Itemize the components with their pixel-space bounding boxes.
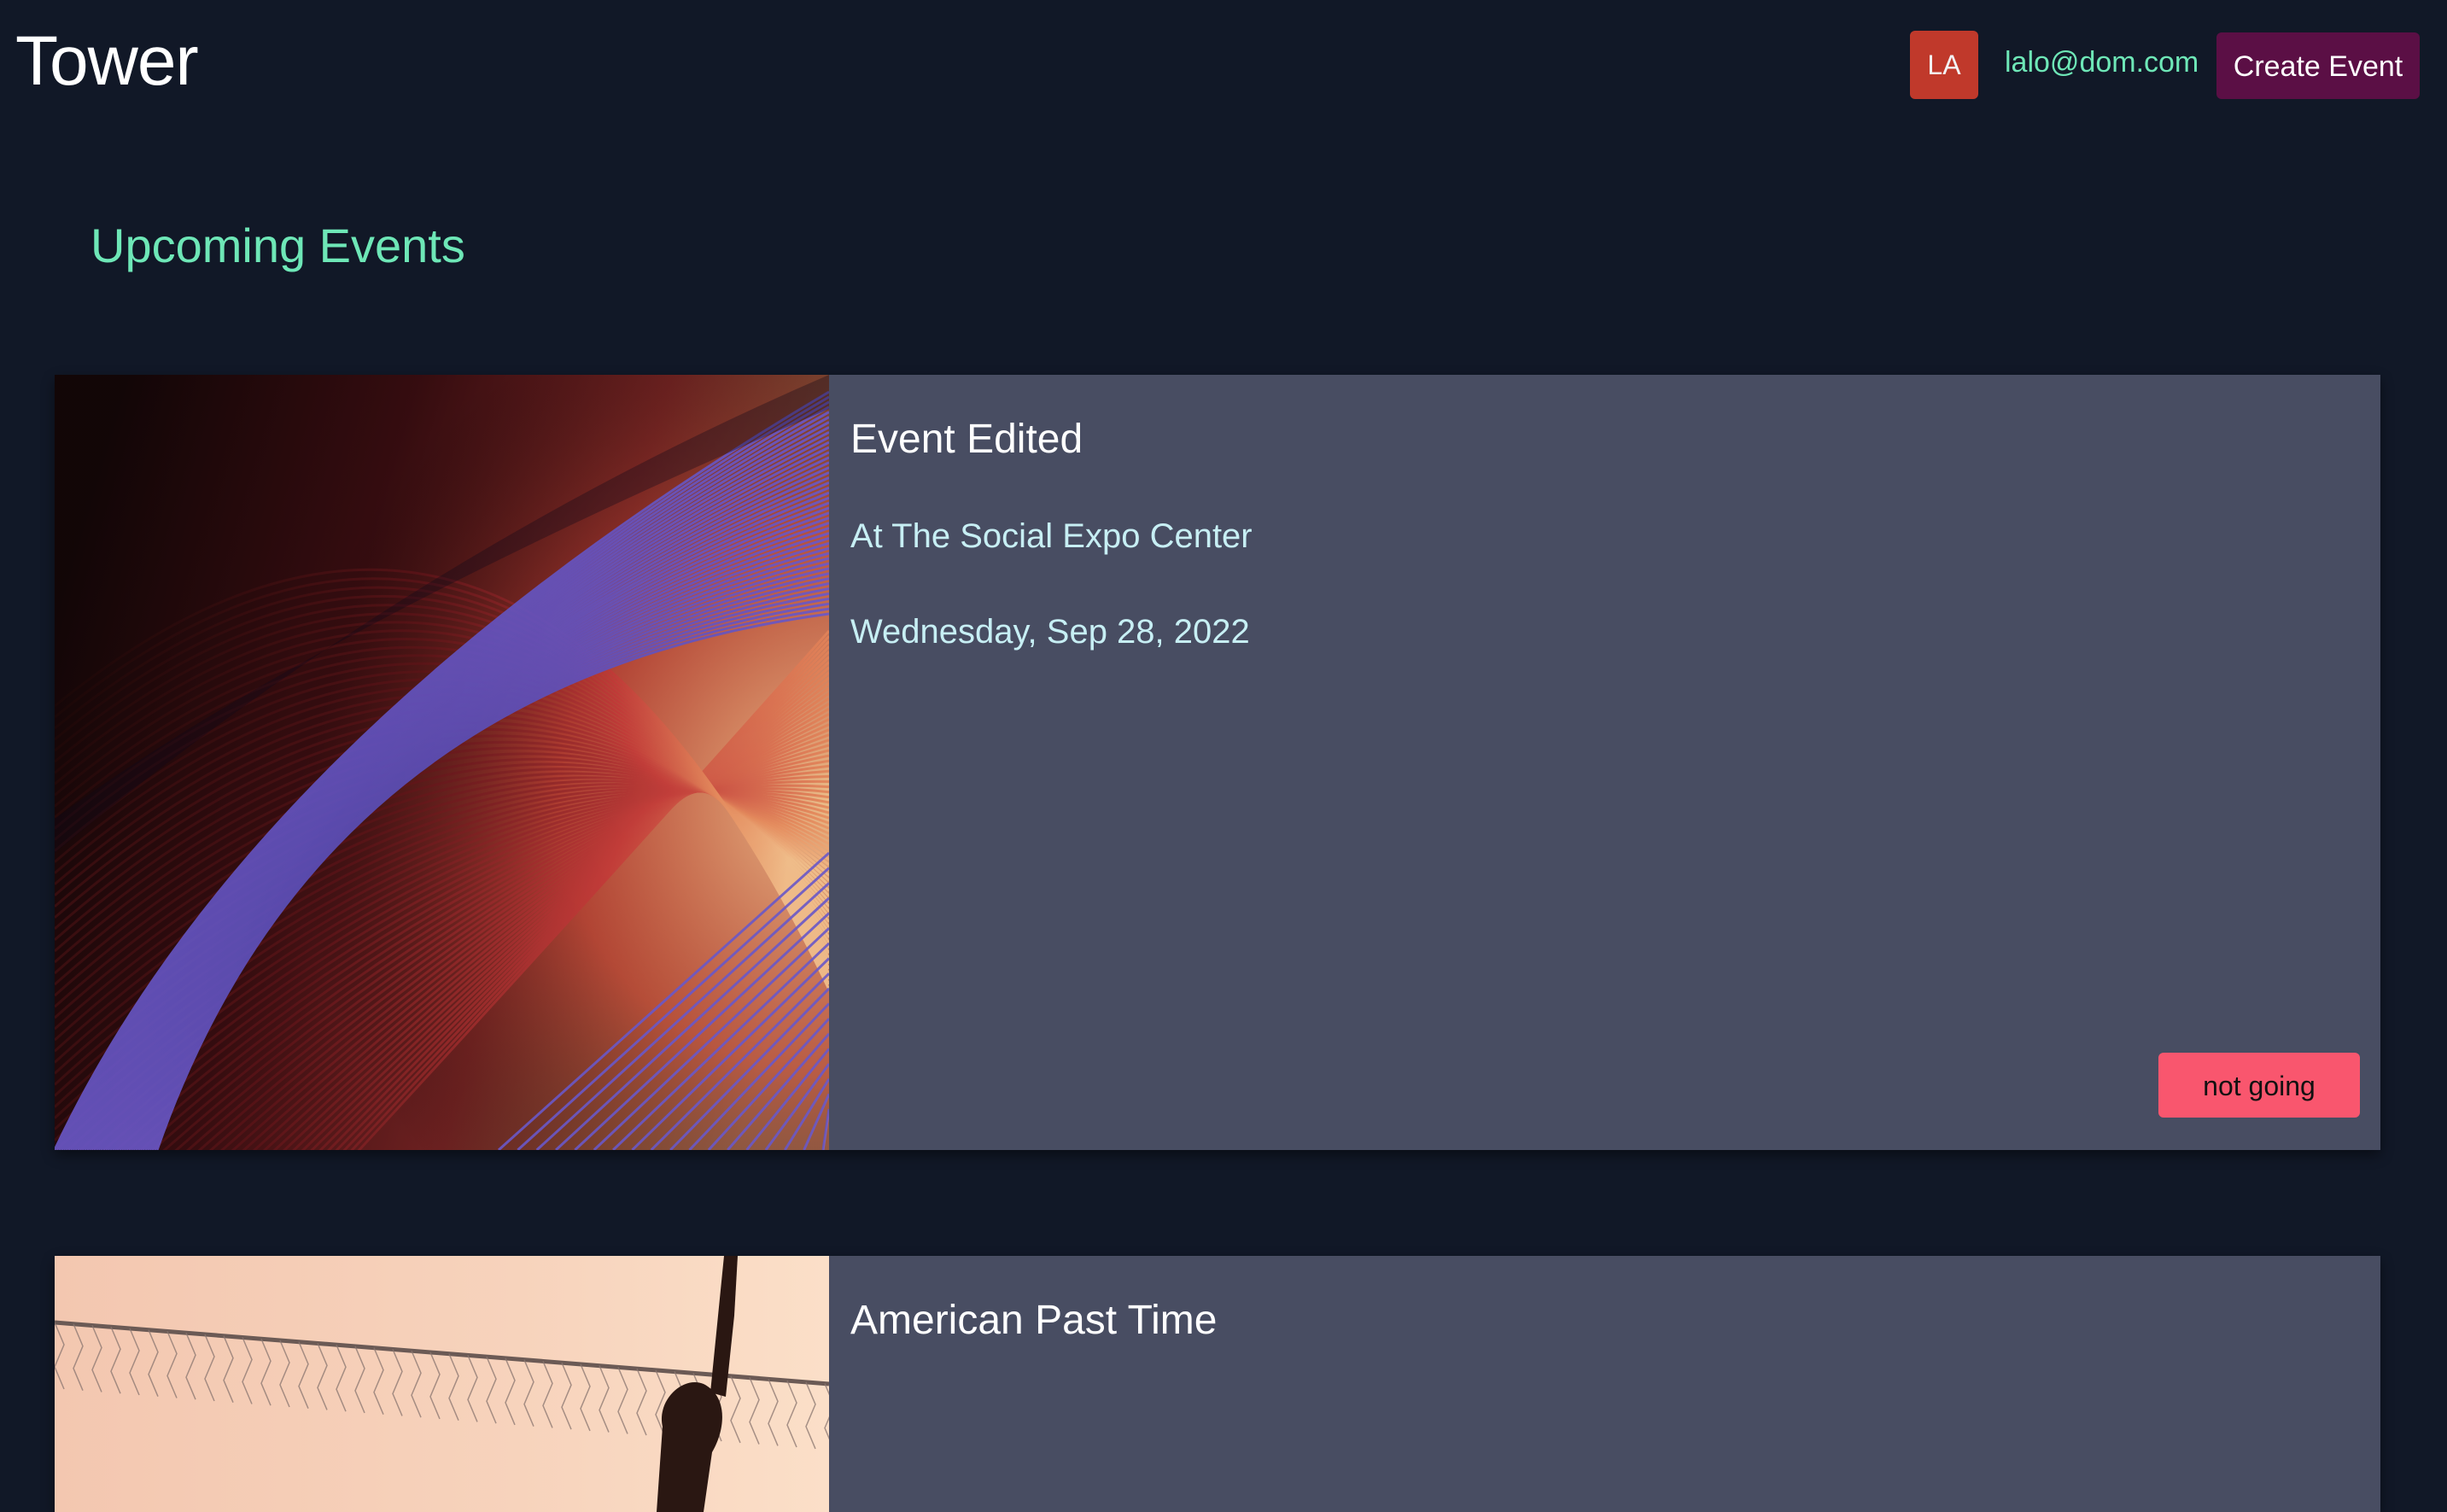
event-location: At The Social Expo Center [850,517,1253,555]
navbar: Tower LA lalo@dom.com Create Event [0,0,2447,128]
event-card[interactable]: Event Edited At The Social Expo Center W… [55,375,2380,1150]
event-cover-image[interactable] [55,1256,829,1512]
user-avatar[interactable]: LA [1910,31,1978,99]
volleyball-photo-image [55,1256,829,1512]
section-title: Upcoming Events [91,219,465,272]
brand-logo[interactable]: Tower [15,19,199,104]
create-event-button[interactable]: Create Event [2216,32,2420,99]
event-details: American Past Time [850,1256,2380,1512]
event-cover-image[interactable] [55,375,829,1150]
event-details: Event Edited At The Social Expo Center W… [850,375,2380,1150]
event-card[interactable]: American Past Time [55,1256,2380,1512]
not-going-button[interactable]: not going [2158,1053,2360,1118]
event-title[interactable]: Event Edited [850,412,1083,467]
user-email[interactable]: lalo@dom.com [2005,43,2199,82]
event-date: Wednesday, Sep 28, 2022 [850,613,1250,651]
abstract-lines-image [55,375,829,1150]
event-title[interactable]: American Past Time [850,1293,1217,1348]
